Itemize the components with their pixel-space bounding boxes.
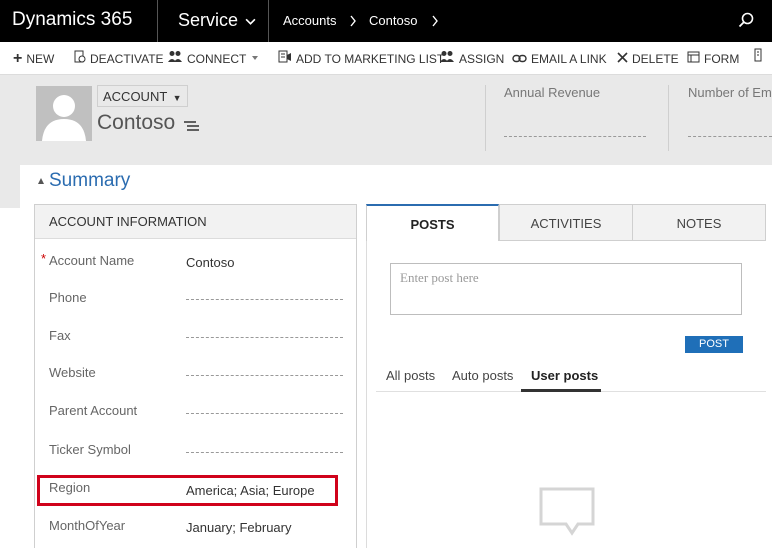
summary-section-title[interactable]: Summary xyxy=(49,170,130,192)
month-of-year-field[interactable]: January; February xyxy=(186,520,292,535)
command-bar: + NEW DEACTIVATE CONNECT ADD TO MARKETING… xyxy=(0,42,772,75)
delete-button[interactable]: DELETE xyxy=(617,42,679,75)
marketing-list-icon xyxy=(278,42,292,75)
add-to-marketing-list-button[interactable]: ADD TO MARKETING LIST xyxy=(278,42,444,75)
record-name: Contoso xyxy=(97,111,176,134)
delete-label: DELETE xyxy=(632,52,679,66)
deactivate-icon xyxy=(74,42,86,75)
annual-revenue-value[interactable] xyxy=(504,136,646,137)
header-divider xyxy=(485,85,486,151)
tab-notes[interactable]: NOTES xyxy=(632,204,766,241)
phone-field[interactable] xyxy=(186,299,343,300)
module-label: Service xyxy=(178,10,239,30)
assign-button[interactable]: ASSIGN xyxy=(440,42,504,75)
entity-type-selector[interactable]: ACCOUNT ▼ xyxy=(97,85,188,107)
email-a-link-button[interactable]: EMAIL A LINK xyxy=(512,42,607,75)
number-of-employees-value[interactable] xyxy=(688,136,772,137)
form-label: FORM xyxy=(704,52,740,66)
breadcrumb-accounts[interactable]: Accounts xyxy=(283,0,336,42)
new-button[interactable]: + NEW xyxy=(13,42,54,75)
top-nav: Dynamics 365 Service Accounts Contoso xyxy=(0,0,772,42)
caret-down-icon: ▼ xyxy=(172,93,182,103)
subtab-active-indicator xyxy=(521,389,601,392)
content-top-strip xyxy=(20,165,772,208)
app-brand[interactable]: Dynamics 365 xyxy=(0,0,158,42)
region-highlight-box xyxy=(37,475,338,506)
ticker-symbol-field[interactable] xyxy=(186,452,343,453)
collapse-triangle-icon[interactable] xyxy=(38,178,44,184)
add-to-marketing-list-label: ADD TO MARKETING LIST xyxy=(296,52,445,66)
website-field[interactable] xyxy=(186,375,343,376)
chevron-down-icon xyxy=(245,0,256,43)
subtab-auto-posts[interactable]: Auto posts xyxy=(452,368,513,383)
phone-label: Phone xyxy=(49,290,87,305)
number-of-employees-label: Number of Emp xyxy=(688,85,772,100)
chevron-right-icon xyxy=(349,0,357,42)
subtab-all-posts[interactable]: All posts xyxy=(386,368,435,383)
avatar[interactable] xyxy=(36,86,92,141)
plus-icon: + xyxy=(13,50,23,67)
tab-posts[interactable]: POSTS xyxy=(366,204,499,241)
account-name-label: Account Name xyxy=(49,253,135,268)
form-icon xyxy=(687,42,700,75)
account-name-field[interactable]: Contoso xyxy=(186,255,234,270)
annual-revenue-label: Annual Revenue xyxy=(504,85,601,100)
breadcrumb-contoso[interactable]: Contoso xyxy=(369,0,417,42)
more-commands-icon[interactable] xyxy=(754,42,766,75)
close-icon xyxy=(617,42,628,75)
connect-button[interactable]: CONNECT xyxy=(168,42,246,75)
chevron-right-icon[interactable] xyxy=(431,0,439,42)
module-selector[interactable]: Service xyxy=(159,0,269,42)
parent-account-field[interactable] xyxy=(186,413,343,414)
assign-icon xyxy=(440,42,455,75)
deactivate-button[interactable]: DEACTIVATE xyxy=(74,42,164,75)
post-button[interactable]: POST xyxy=(685,336,743,353)
email-a-link-label: EMAIL A LINK xyxy=(531,52,607,66)
fax-field[interactable] xyxy=(186,337,343,338)
required-indicator: * xyxy=(41,251,47,266)
assign-label: ASSIGN xyxy=(459,52,505,66)
tab-activities[interactable]: ACTIVITIES xyxy=(499,204,633,241)
search-icon[interactable] xyxy=(738,12,754,28)
connect-dropdown-icon[interactable] xyxy=(251,42,259,75)
subtab-user-posts[interactable]: User posts xyxy=(531,368,598,383)
speech-bubble-icon xyxy=(538,486,596,536)
list-icon[interactable] xyxy=(184,119,200,133)
parent-account-label: Parent Account xyxy=(49,403,138,418)
social-tabs: POSTS ACTIVITIES NOTES xyxy=(366,204,766,241)
new-label: NEW xyxy=(26,52,55,66)
ticker-symbol-label: Ticker Symbol xyxy=(49,442,131,457)
website-label: Website xyxy=(49,365,96,380)
entity-type-label: ACCOUNT xyxy=(103,89,168,104)
connect-icon xyxy=(168,42,183,75)
deactivate-label: DEACTIVATE xyxy=(90,52,164,66)
account-information-title: ACCOUNT INFORMATION xyxy=(35,205,356,239)
link-icon xyxy=(512,42,527,75)
header-divider xyxy=(668,85,669,151)
post-input[interactable]: Enter post here xyxy=(390,263,742,315)
month-of-year-label: MonthOfYear xyxy=(49,518,126,533)
form-button[interactable]: FORM xyxy=(687,42,739,75)
fax-label: Fax xyxy=(49,328,71,343)
connect-label: CONNECT xyxy=(187,52,247,66)
